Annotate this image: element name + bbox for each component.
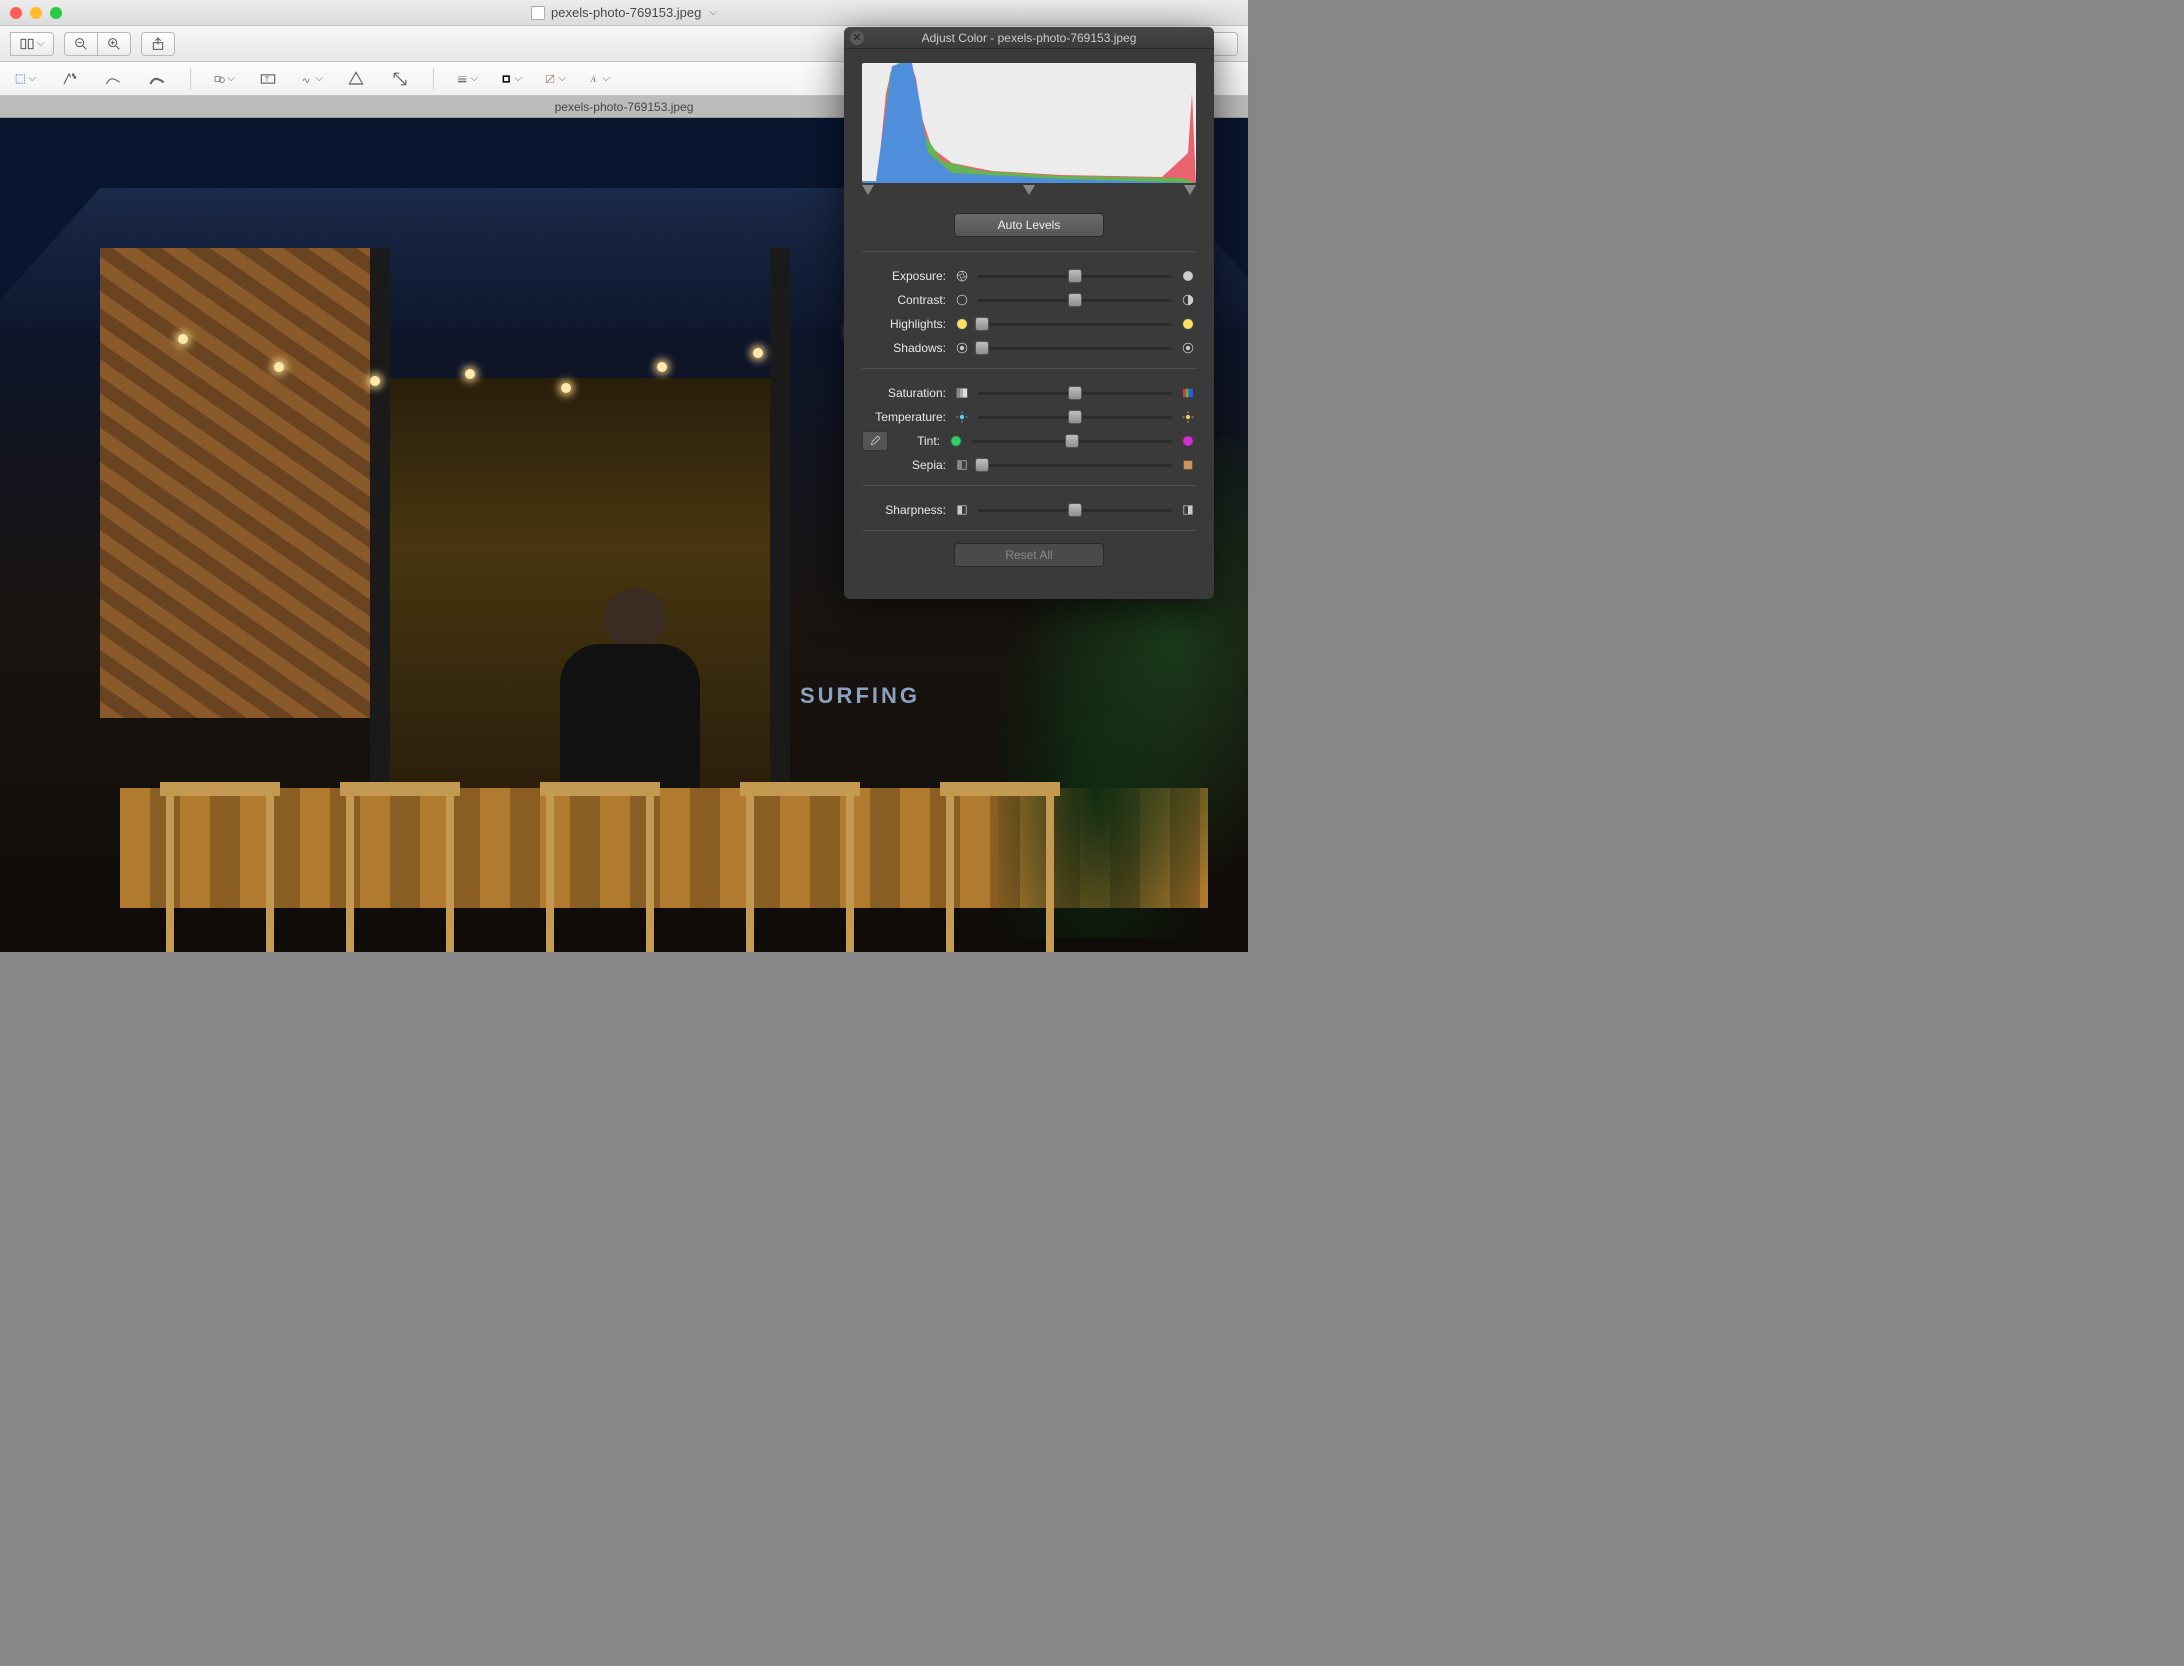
stools [120,772,1208,952]
levels-mid-handle[interactable] [1023,185,1035,195]
barista-figure [560,588,710,788]
traffic-lights [10,7,62,19]
sun-warm-icon [1180,409,1196,425]
sketch-tool[interactable] [102,68,124,90]
file-icon [531,6,545,20]
zoom-out-button[interactable] [64,32,98,56]
text-style-tool[interactable]: A⌵ [588,68,610,90]
shadows-row: Shadows: [862,336,1196,360]
adjust-color-panel: ✕ Adjust Color - pexels-photo-769153.jpe… [844,27,1214,599]
sharpness-low-icon [954,502,970,518]
title-dropdown-icon: ⌵ [709,7,717,18]
saturation-label: Saturation: [862,386,946,400]
levels-white-handle[interactable] [1184,185,1196,195]
tint-green-icon [948,433,964,449]
color-bars-icon [1180,385,1196,401]
eyedropper-button[interactable] [862,431,888,451]
sepia-slider[interactable] [978,458,1172,472]
chevron-down-icon: ⌵ [37,38,45,49]
separator [862,251,1196,252]
highlights-row: Highlights: [862,312,1196,336]
selection-tool[interactable]: ⌵ [14,68,36,90]
sun-cool-icon [954,409,970,425]
adjust-color-tool[interactable] [345,68,367,90]
panel-title-text: Adjust Color - pexels-photo-769153.jpeg [922,31,1137,45]
text-tool[interactable]: T [257,68,279,90]
zoom-in-button[interactable] [97,32,131,56]
sign-tool[interactable]: ⌵ [301,68,323,90]
separator [862,485,1196,486]
sepia-full-icon [1180,457,1196,473]
shadows-slider[interactable] [978,341,1172,355]
auto-levels-button[interactable]: Auto Levels [954,213,1104,237]
contrast-row: Contrast: [862,288,1196,312]
sharpness-slider[interactable] [978,503,1172,517]
exposure-slider[interactable] [978,269,1172,283]
grayscale-icon [954,385,970,401]
instant-alpha-tool[interactable] [58,68,80,90]
share-button[interactable] [141,32,175,56]
histogram [862,63,1196,183]
view-mode-button[interactable]: ⌵ [10,32,54,56]
exposure-row: Exposure: [862,264,1196,288]
close-window-button[interactable] [10,7,22,19]
sepia-label: Sepia: [862,458,946,472]
shadow-low-icon [954,340,970,356]
panel-close-button[interactable]: ✕ [850,31,864,45]
sharpness-label: Sharpness: [862,503,946,517]
sepia-none-icon [954,457,970,473]
temperature-row: Temperature: [862,405,1196,429]
levels-black-handle[interactable] [862,185,874,195]
exposure-label: Exposure: [862,269,946,283]
draw-tool[interactable] [146,68,168,90]
aperture-filled-icon [1180,268,1196,284]
tint-slider[interactable] [972,434,1172,448]
reset-all-button[interactable]: Reset All [954,543,1104,567]
shapes-tool[interactable]: ⌵ [213,68,235,90]
levels-handles [862,185,1196,195]
half-circle-icon [1180,292,1196,308]
highlights-label: Highlights: [862,317,946,331]
sepia-row: Sepia: [862,453,1196,477]
sharpness-row: Sharpness: [862,498,1196,522]
temperature-slider[interactable] [978,410,1172,424]
temperature-label: Temperature: [862,410,946,424]
window-title-text: pexels-photo-769153.jpeg [551,5,701,20]
highlight-low-icon [954,316,970,332]
saturation-slider[interactable] [978,386,1172,400]
contrast-label: Contrast: [862,293,946,307]
sharpness-high-icon [1180,502,1196,518]
circle-outline-icon [954,292,970,308]
fill-color-tool[interactable]: ⌵ [544,68,566,90]
tint-row: Tint: [862,429,1196,453]
tab-label[interactable]: pexels-photo-769153.jpeg [555,100,694,114]
adjust-size-tool[interactable] [389,68,411,90]
minimize-window-button[interactable] [30,7,42,19]
small-sign-text: SURFING [800,683,920,709]
shadow-high-icon [1180,340,1196,356]
toolbar-divider [433,68,434,90]
aperture-icon [954,268,970,284]
separator [862,368,1196,369]
tint-label: Tint: [900,434,940,448]
maximize-window-button[interactable] [50,7,62,19]
highlights-slider[interactable] [978,317,1172,331]
window-title: pexels-photo-769153.jpeg ⌵ [0,5,1248,20]
svg-text:T: T [265,74,270,83]
highlight-high-icon [1180,316,1196,332]
border-color-tool[interactable]: ⌵ [500,68,522,90]
toolbar-divider [190,68,191,90]
shape-style-tool[interactable]: ⌵ [456,68,478,90]
window-titlebar: pexels-photo-769153.jpeg ⌵ [0,0,1248,26]
saturation-row: Saturation: [862,381,1196,405]
contrast-slider[interactable] [978,293,1172,307]
tint-magenta-icon [1180,433,1196,449]
svg-text:A: A [590,75,597,84]
separator [862,530,1196,531]
shadows-label: Shadows: [862,341,946,355]
panel-titlebar[interactable]: ✕ Adjust Color - pexels-photo-769153.jpe… [844,27,1214,49]
